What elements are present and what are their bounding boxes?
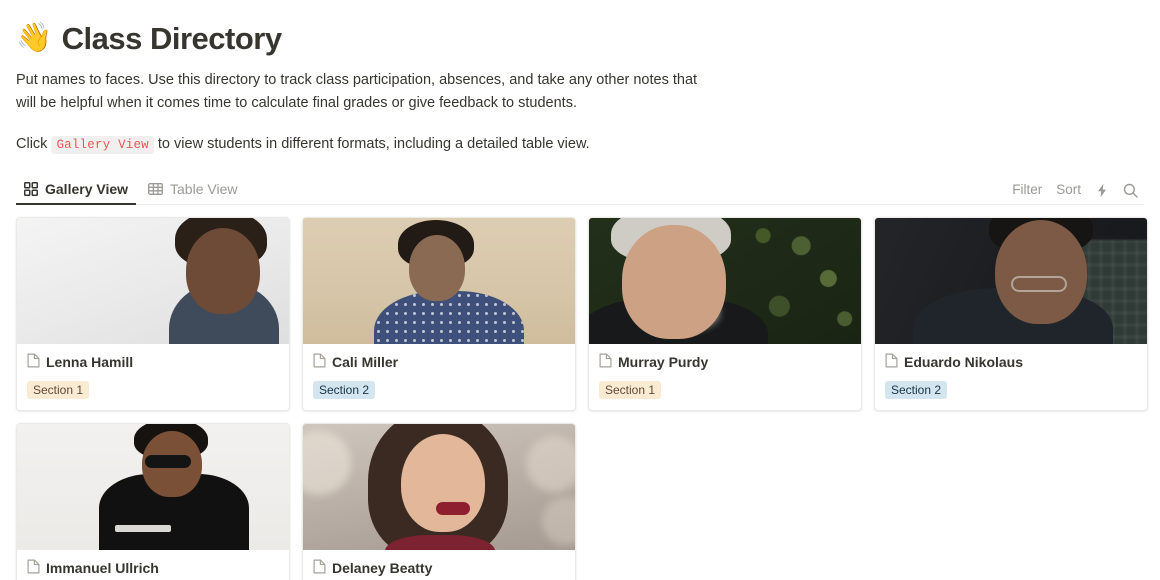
- card-thumbnail: [303, 217, 575, 344]
- student-photo: [303, 423, 575, 550]
- card-title-text: Immanuel Ullrich: [46, 560, 159, 577]
- instruction-prefix: Click: [16, 136, 48, 153]
- document-icon: [313, 353, 326, 372]
- document-icon: [599, 353, 612, 372]
- table-icon: [148, 182, 163, 196]
- student-photo: [17, 423, 289, 550]
- card-title: Cali Miller: [313, 353, 565, 372]
- document-icon: [313, 559, 326, 578]
- grid-icon: [24, 181, 38, 196]
- card-title-text: Lenna Hamill: [46, 354, 134, 371]
- card-thumbnail: [17, 217, 289, 344]
- card-title: Immanuel Ullrich: [27, 559, 279, 578]
- instruction-suffix: to view students in different formats, i…: [157, 136, 590, 153]
- gallery-card[interactable]: Murray Purdy Section 1: [588, 216, 862, 411]
- gallery-card[interactable]: Immanuel Ullrich Section 2: [16, 422, 290, 580]
- card-body: Delaney Beatty Section 2: [303, 550, 575, 580]
- student-photo: [589, 217, 861, 344]
- card-body: Immanuel Ullrich Section 2: [17, 550, 289, 580]
- status-badge: Section 2: [313, 380, 376, 399]
- filter-button[interactable]: Filter: [1012, 183, 1042, 197]
- intro-paragraph: Put names to faces. Use this directory t…: [16, 72, 698, 111]
- card-title: Delaney Beatty: [313, 559, 565, 578]
- card-title-text: Delaney Beatty: [332, 560, 433, 577]
- tab-table-view-label: Table View: [170, 180, 238, 197]
- status-badge: Section 1: [599, 380, 662, 399]
- card-title-text: Cali Miller: [332, 354, 399, 371]
- status-badge: Section 2: [885, 380, 948, 399]
- page-root: 👋 Class Directory Put names to faces. Us…: [0, 0, 1160, 580]
- sort-button[interactable]: Sort: [1056, 183, 1081, 197]
- document-icon: [27, 559, 40, 578]
- document-icon: [885, 353, 898, 372]
- tab-gallery-view[interactable]: Gallery View: [16, 174, 137, 205]
- gallery-card[interactable]: Delaney Beatty Section 2: [302, 422, 576, 580]
- card-body: Murray Purdy Section 1: [589, 344, 861, 410]
- instruction-paragraph: Click Gallery View to view students in d…: [16, 133, 1144, 155]
- search-icon[interactable]: [1123, 183, 1138, 198]
- gallery-grid: Lenna Hamill Section 1 Cali Miller Secti…: [16, 216, 1148, 580]
- card-thumbnail: [589, 217, 861, 344]
- card-title: Murray Purdy: [599, 353, 851, 372]
- card-thumbnail: [303, 423, 575, 550]
- card-title-text: Murray Purdy: [618, 354, 709, 371]
- gallery-card[interactable]: Cali Miller Section 2: [302, 216, 576, 411]
- page-title-text: Class Directory: [61, 21, 282, 56]
- card-body: Eduardo Nikolaus Section 2: [875, 344, 1147, 410]
- gallery-card[interactable]: Eduardo Nikolaus Section 2: [874, 216, 1148, 411]
- card-body: Lenna Hamill Section 1: [17, 344, 289, 410]
- tab-gallery-view-label: Gallery View: [45, 180, 129, 197]
- document-icon: [27, 353, 40, 372]
- view-tabs: Gallery View Table View: [16, 174, 245, 205]
- view-toolbar: Filter Sort: [1012, 183, 1144, 204]
- student-photo: [303, 217, 575, 344]
- student-photo: [17, 217, 289, 344]
- status-badge: Section 1: [27, 380, 90, 399]
- gallery-view-code: Gallery View: [51, 136, 154, 155]
- waving-hand-icon: 👋: [16, 22, 52, 55]
- tab-table-view[interactable]: Table View: [140, 174, 245, 204]
- card-thumbnail: [17, 423, 289, 550]
- card-body: Cali Miller Section 2: [303, 344, 575, 410]
- page-title: 👋 Class Directory: [16, 20, 1144, 57]
- card-thumbnail: [875, 217, 1147, 344]
- gallery-card[interactable]: Lenna Hamill Section 1: [16, 216, 290, 411]
- card-title: Eduardo Nikolaus: [885, 353, 1137, 372]
- lightning-icon[interactable]: [1095, 183, 1109, 198]
- card-title-text: Eduardo Nikolaus: [904, 354, 1024, 371]
- view-bar: Gallery View Table View Filter Sort: [16, 175, 1144, 205]
- card-title: Lenna Hamill: [27, 353, 279, 372]
- student-photo: [875, 217, 1147, 344]
